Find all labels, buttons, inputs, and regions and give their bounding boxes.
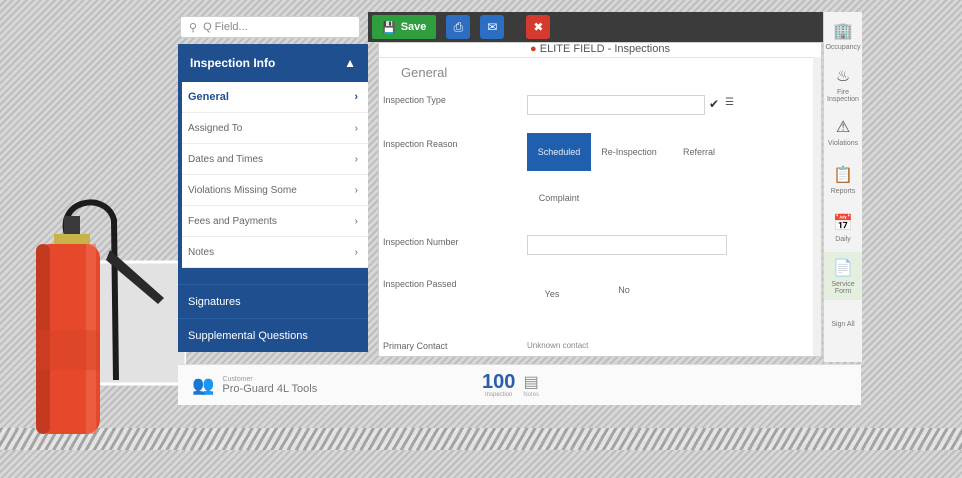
customer-icon: 👥 [192,374,215,395]
chevron-right-icon: › [354,153,358,165]
rail-label: Violations [827,140,859,147]
sidebar-item-label: General [188,91,229,103]
chevron-right-icon: › [354,184,358,196]
sidebar-item-label: Notes [188,246,215,258]
report-icon: 📋 [833,167,853,184]
sidebar-item-assigned-to[interactable]: Assigned To › [182,113,368,144]
reason-option-reinspection[interactable]: Re-Inspection [597,133,661,171]
rail-item-daily[interactable]: 📅 Daily [824,204,862,252]
sidebar-item-notes[interactable]: Notes › [182,237,368,268]
page-title: ● ELITE FIELD - Inspections [379,43,821,58]
search-field[interactable]: ⚲ Q Field... [180,16,360,38]
rail-label: Occupancy [825,44,861,51]
sidebar-item-label: Fees and Payments [188,215,277,227]
sidebar-section-label: Supplemental Questions [188,329,308,342]
save-label: Save [400,21,427,33]
email-icon: ✉ [487,20,498,34]
rail-label: Sign All [831,320,855,328]
primary-contact-label: Primary Contact [383,341,448,351]
email-button[interactable]: ✉ [480,15,505,39]
scrollbar[interactable] [813,57,821,356]
logo-icon: ● [530,43,537,55]
notes-icon: ▤ [523,374,539,391]
flame-icon: ♨ [835,67,851,85]
chevron-right-icon: › [354,91,358,103]
rail-item-service-form[interactable]: 📄 Service Form [824,252,862,300]
rail-item-violations[interactable]: ⚠ Violations [824,108,862,156]
reason-option-referral[interactable]: Referral [667,133,731,171]
inspection-number-label: Inspection Number [383,237,459,247]
search-placeholder: Q Field... [203,21,248,33]
sidebar-item-dates-and-times[interactable]: Dates and Times › [182,144,368,175]
passed-option-no[interactable]: No [599,271,649,309]
inspection-reason-label: Inspection Reason [383,139,458,149]
right-rail: 🏢 Occupancy ♨ Fire Inspection ⚠ Violatio… [823,12,862,362]
inspection-type-select[interactable] [527,95,705,115]
rail-item-occupancy[interactable]: 🏢 Occupancy [824,12,862,60]
notes-caption: Notes [523,392,540,398]
main-panel: ● ELITE FIELD - Inspections General Insp… [378,42,822,357]
rail-label: Reports [830,188,856,195]
print-button[interactable]: ⎙ [446,15,471,39]
sidebar-section-signatures[interactable]: Signatures [178,284,368,318]
sidebar-item-label: Violations Missing Some [188,184,297,196]
rail-label: Service Form [831,280,855,295]
score-display: 100 Inspection [482,372,515,398]
score-value: 100 [482,371,516,393]
rail-item-fire-inspection[interactable]: ♨ Fire Inspection [824,60,862,108]
primary-contact-value[interactable]: Unknown contact [527,341,588,350]
sidebar-list: General › Assigned To › Dates and Times … [178,82,368,268]
fire-extinguisher-image [16,180,188,442]
chevron-right-icon: › [354,246,358,258]
sidebar-item-fees-and-payments[interactable]: Fees and Payments › [182,206,368,237]
toolbar: 💾 Save ⎙ ✉ ✖ [368,12,823,42]
chevron-right-icon: › [354,122,358,134]
list-icon[interactable]: ☰ [725,97,734,108]
inspection-passed-label: Inspection Passed [383,279,457,289]
search-icon: ⚲ [189,21,198,34]
sidebar-section-supplemental-questions[interactable]: Supplemental Questions [178,318,368,352]
sidebar-header[interactable]: Inspection Info ▲ [178,44,368,82]
score-caption: Inspection [485,392,513,398]
section-title: General [401,65,448,80]
chevron-right-icon: › [354,215,358,227]
rail-label: Fire Inspection [827,88,859,103]
sidebar-section-label: Signatures [188,295,241,308]
building-icon: 🏢 [833,23,853,40]
sidebar-item-label: Assigned To [188,122,243,134]
print-icon: ⎙ [453,19,464,34]
inspection-number-input[interactable] [527,235,727,255]
inspection-type-label: Inspection Type [383,95,446,105]
customer-info[interactable]: 👥 Customer Pro-Guard 4L Tools [178,375,482,396]
calendar-icon: 📅 [833,215,853,232]
close-icon: ✖ [533,20,544,34]
clipboard-check-icon: 📄 [833,259,853,277]
footer-bar: 👥 Customer Pro-Guard 4L Tools 100 Inspec… [178,364,861,405]
close-button[interactable]: ✖ [526,15,551,39]
rail-item-reports[interactable]: 📋 Reports [824,156,862,204]
sidebar-item-general[interactable]: General › [182,82,368,113]
rail-label: Daily [835,236,851,243]
notes-button[interactable]: ▤ Notes [523,372,539,398]
reason-option-complaint[interactable]: Complaint [527,179,591,217]
customer-label: Customer [222,375,253,383]
page-title-text: ELITE FIELD - Inspections [539,43,670,55]
sidebar: Inspection Info ▲ General › Assigned To … [178,44,368,364]
rail-item-sign-all[interactable]: Sign All [824,300,862,348]
save-icon: 💾 [382,21,396,34]
passed-option-yes[interactable]: Yes [527,275,577,313]
save-button[interactable]: 💾 Save [372,15,437,39]
reason-option-scheduled[interactable]: Scheduled [527,133,591,171]
chevron-down-icon[interactable]: ✔ [709,97,719,111]
warning-icon: ⚠ [835,119,851,136]
sidebar-item-violations[interactable]: Violations Missing Some › [182,175,368,206]
chevron-up-icon: ▲ [344,56,356,70]
customer-name: Pro-Guard 4L Tools [222,382,318,395]
sidebar-spacer [178,268,368,284]
sidebar-header-label: Inspection Info [190,56,276,70]
sidebar-item-label: Dates and Times [188,153,264,165]
